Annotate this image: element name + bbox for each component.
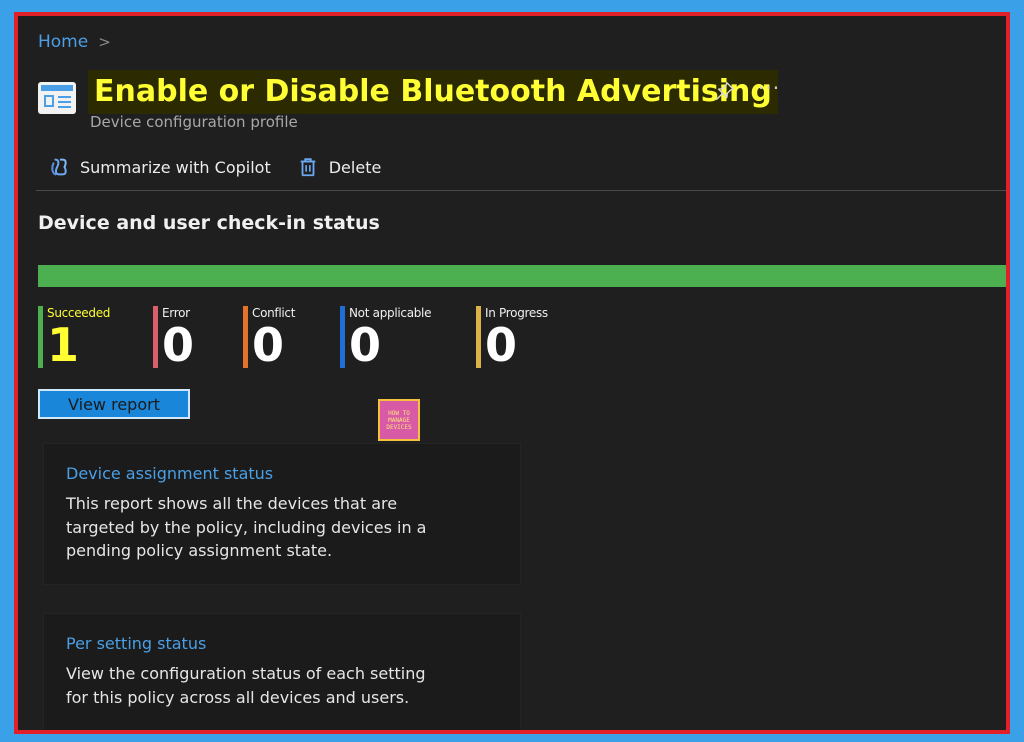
chevron-right-icon: > [98,33,111,51]
logo-line: HOW TO [388,409,410,417]
stat-value: 1 [47,318,80,372]
page-title: Enable or Disable Bluetooth Advertising [88,70,778,114]
stat-value: 0 [162,318,195,372]
per-setting-status-card[interactable]: Per setting status View the configuratio… [44,614,520,730]
view-report-button[interactable]: View report [38,389,190,419]
checkin-status-title: Device and user check-in status [38,212,380,234]
stat-conflict[interactable]: Conflict 0 [243,306,295,368]
stat-color-bar [476,306,481,368]
card-description: View the configuration status of each se… [66,664,426,707]
breadcrumb-home-link[interactable]: Home [38,32,88,52]
checkin-progress-bar [38,265,1006,287]
copilot-label: Summarize with Copilot [80,157,271,177]
breadcrumb: Home > [38,32,111,52]
stat-succeeded[interactable]: Succeeded 1 [38,306,110,368]
stat-in-progress[interactable]: In Progress 0 [476,306,548,368]
toolbar: Summarize with Copilot Delete [48,156,407,178]
logo-line: MANAGE [388,416,410,424]
page-subtitle: Device configuration profile [90,113,298,131]
card-title[interactable]: Device assignment status [66,464,273,483]
checkin-progress-fill [38,265,1006,287]
card-description: This report shows all the devices that a… [66,494,427,560]
stat-value: 0 [349,318,382,372]
device-assignment-status-card[interactable]: Device assignment status This report sho… [44,444,520,584]
copilot-icon [51,158,67,176]
page-frame: Home > Enable or Disable Bluetooth Adver… [14,12,1010,734]
delete-button[interactable]: Delete [297,156,382,178]
stat-value: 0 [485,318,518,372]
device-configuration-icon [38,82,76,114]
summarize-with-copilot-button[interactable]: Summarize with Copilot [48,156,271,178]
stat-value: 0 [252,318,285,372]
stat-color-bar [153,306,158,368]
stat-color-bar [340,306,345,368]
stat-not-applicable[interactable]: Not applicable 0 [340,306,431,368]
pin-icon[interactable] [714,80,736,102]
delete-label: Delete [328,157,382,177]
how-to-manage-devices-logo: HOW TO MANAGE DEVICES [378,399,420,441]
stat-error[interactable]: Error 0 [153,306,194,368]
more-options-icon[interactable]: ··· [758,76,780,100]
stat-color-bar [243,306,248,368]
stat-color-bar [38,306,43,368]
toolbar-divider [36,190,1006,191]
card-title[interactable]: Per setting status [66,634,206,653]
trash-icon [300,158,316,177]
logo-line: DEVICES [386,423,412,431]
